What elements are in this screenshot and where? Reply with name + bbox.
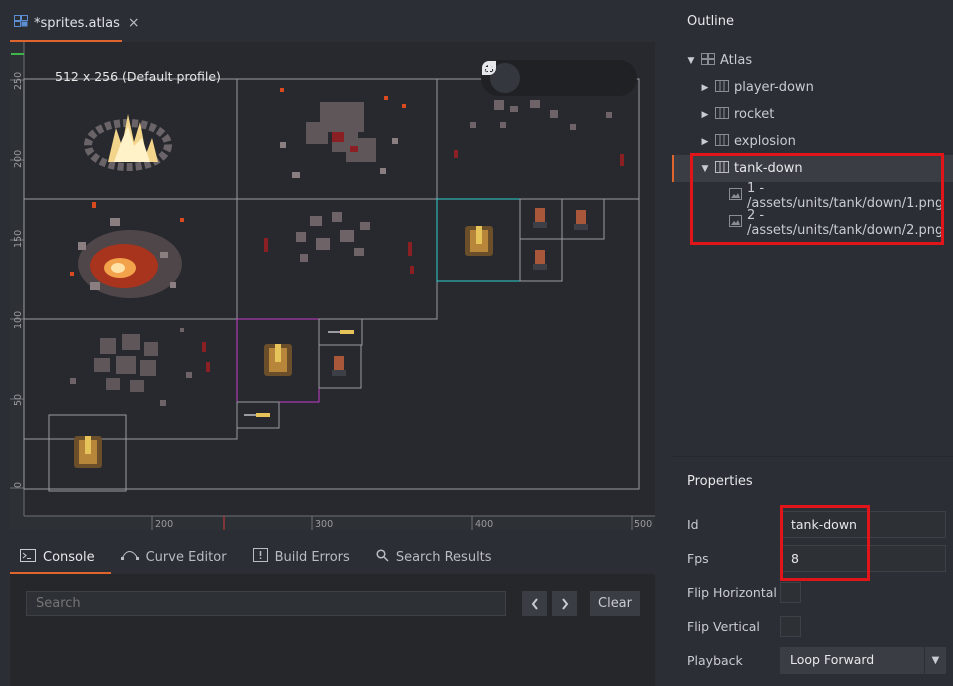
collapsed-arrow-icon[interactable]: ▶ bbox=[700, 110, 710, 120]
tab-label: Console bbox=[43, 549, 95, 565]
chevron-down-icon[interactable]: ▼ bbox=[924, 647, 946, 674]
camera-tool-button[interactable] bbox=[482, 63, 628, 93]
playback-label: Playback bbox=[687, 653, 743, 668]
flip-horizontal-label: Flip Horizontal bbox=[687, 585, 777, 600]
x-tick-label: 300 bbox=[315, 519, 333, 530]
sprite-explosion-5[interactable] bbox=[236, 198, 438, 320]
tab-search-results[interactable]: Search Results bbox=[366, 540, 508, 574]
outline-item-label: explosion bbox=[734, 134, 796, 149]
playback-value: Loop Forward bbox=[790, 652, 875, 667]
outline-item-label: rocket bbox=[734, 107, 775, 122]
sprite-tank-cell-small[interactable] bbox=[48, 414, 127, 492]
outline-item-player-down[interactable]: ▶ player-down bbox=[672, 74, 953, 101]
outline-item-rocket[interactable]: ▶ rocket bbox=[672, 101, 953, 128]
sprite-explosion-6[interactable] bbox=[23, 318, 238, 440]
tab-curve-editor[interactable]: Curve Editor bbox=[111, 540, 243, 574]
console-icon bbox=[20, 548, 36, 566]
y-tick-label: 50 bbox=[13, 394, 24, 406]
id-label: Id bbox=[687, 517, 699, 532]
scale-tool-button[interactable] bbox=[482, 61, 592, 93]
outline-item-frame-2[interactable]: 2 - /assets/units/tank/down/2.png bbox=[672, 207, 953, 238]
outline-item-label: 1 - /assets/units/tank/down/1.png bbox=[747, 180, 944, 211]
outline-item-frame-1[interactable]: 1 - /assets/units/tank/down/1.png bbox=[672, 180, 953, 211]
animation-icon bbox=[715, 133, 729, 150]
properties-panel: Properties Id tank-down Fps 8 Flip Horiz… bbox=[672, 464, 953, 686]
collapsed-arrow-icon[interactable]: ▶ bbox=[700, 83, 710, 93]
outline-item-explosion[interactable]: ▶ explosion bbox=[672, 128, 953, 155]
outline-item-label: player-down bbox=[734, 80, 814, 95]
y-tick-label: 200 bbox=[13, 150, 24, 168]
next-button[interactable] bbox=[552, 591, 577, 616]
outline-item-label: Atlas bbox=[720, 53, 753, 68]
properties-title: Properties bbox=[687, 474, 753, 489]
tab-label: Build Errors bbox=[274, 549, 350, 565]
scene-toolbar bbox=[481, 60, 637, 96]
previous-button[interactable] bbox=[522, 591, 547, 616]
y-tick-label: 100 bbox=[13, 311, 24, 329]
tab-label: Curve Editor bbox=[145, 549, 227, 565]
error-icon bbox=[252, 548, 268, 566]
animation-icon bbox=[715, 79, 729, 96]
panel-divider[interactable] bbox=[672, 456, 953, 464]
console-area: Clear bbox=[10, 574, 655, 686]
chevron-right-icon bbox=[561, 597, 568, 610]
flip-vertical-label: Flip Vertical bbox=[687, 619, 760, 634]
atlas-icon bbox=[14, 15, 28, 31]
outline-item-label: tank-down bbox=[734, 161, 803, 176]
tab-console[interactable]: Console bbox=[10, 540, 111, 574]
tab-sprites-atlas[interactable]: *sprites.atlas × bbox=[10, 4, 140, 42]
id-field[interactable]: tank-down bbox=[780, 511, 946, 538]
expanded-arrow-icon[interactable]: ▼ bbox=[700, 164, 710, 174]
outline-item-tank-down[interactable]: ▼ tank-down bbox=[672, 155, 953, 182]
flip-vertical-checkbox[interactable] bbox=[780, 616, 801, 637]
sprite-explosion-3[interactable] bbox=[436, 78, 640, 200]
bottom-panel: Console Curve Editor Build Errors Search… bbox=[10, 530, 655, 686]
animation-icon bbox=[715, 160, 729, 177]
right-panel: Outline ▼ Atlas ▶ player-down ▶ rocket ▶… bbox=[672, 0, 953, 686]
chevron-left-icon bbox=[531, 597, 538, 610]
sprite-explosion-4[interactable] bbox=[23, 198, 238, 320]
y-tick-label: 0 bbox=[13, 482, 24, 488]
sprite-tank-cell-magenta[interactable] bbox=[236, 318, 320, 403]
atlas-size-label: 512 x 256 (Default profile) bbox=[55, 69, 221, 84]
search-icon bbox=[376, 548, 389, 566]
image-icon bbox=[729, 187, 742, 204]
x-tick-label: 200 bbox=[155, 519, 173, 530]
y-tick-label: 250 bbox=[13, 72, 24, 90]
outline-title: Outline bbox=[687, 14, 735, 29]
animation-icon bbox=[715, 106, 729, 123]
x-tick-label: 500 bbox=[634, 519, 652, 530]
curve-icon bbox=[120, 549, 139, 565]
outline-item-atlas[interactable]: ▼ Atlas bbox=[672, 47, 953, 74]
x-tick-label: 400 bbox=[475, 519, 493, 530]
tab-label: *sprites.atlas bbox=[34, 15, 120, 31]
console-search-input[interactable] bbox=[26, 591, 506, 616]
bottom-tabs: Console Curve Editor Build Errors Search… bbox=[10, 540, 655, 574]
sprite-explosion-1[interactable] bbox=[23, 78, 238, 200]
tab-build-errors[interactable]: Build Errors bbox=[243, 540, 366, 574]
close-icon[interactable]: × bbox=[128, 15, 140, 31]
outline-item-label: 2 - /assets/units/tank/down/2.png bbox=[747, 207, 944, 238]
tab-label: Search Results bbox=[395, 549, 492, 565]
rotate-camera-icon bbox=[482, 63, 495, 71]
y-tick-label: 150 bbox=[13, 230, 24, 248]
collapsed-arrow-icon[interactable]: ▶ bbox=[700, 137, 710, 147]
flip-horizontal-checkbox[interactable] bbox=[780, 582, 801, 603]
sprite-tank-cell-cyan[interactable] bbox=[436, 198, 521, 282]
expanded-arrow-icon[interactable]: ▼ bbox=[686, 56, 696, 66]
clear-button[interactable]: Clear bbox=[590, 591, 640, 616]
atlas-scene-view[interactable]: 250 200 150 100 50 0 200 300 400 500 512… bbox=[10, 42, 655, 530]
playback-select[interactable]: Loop Forward ▼ bbox=[780, 647, 946, 674]
atlas-canvas: 250 200 150 100 50 0 200 300 400 500 bbox=[10, 42, 655, 530]
image-icon bbox=[729, 214, 742, 231]
rotate-tool-button[interactable] bbox=[482, 61, 556, 93]
editor-tab-bar: *sprites.atlas × bbox=[0, 0, 672, 42]
sprite-explosion-2[interactable] bbox=[236, 78, 438, 200]
atlas-icon bbox=[701, 52, 715, 69]
fps-label: Fps bbox=[687, 551, 709, 566]
outline-tree: ▼ Atlas ▶ player-down ▶ rocket ▶ explosi… bbox=[672, 46, 953, 456]
fps-field[interactable]: 8 bbox=[780, 545, 946, 572]
